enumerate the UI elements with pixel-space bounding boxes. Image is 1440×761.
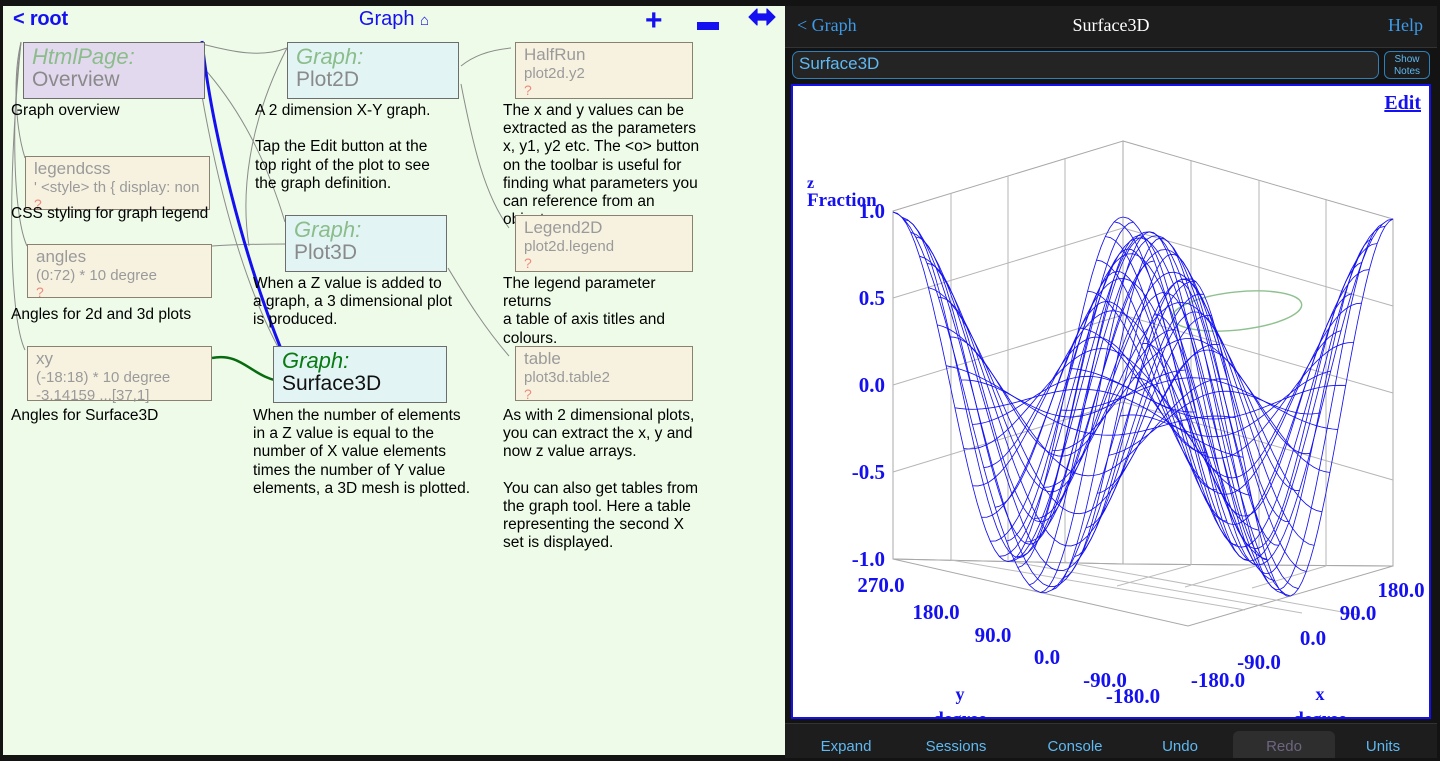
- node-halfrun[interactable]: HalfRun plot2d.y2 ?: [515, 42, 693, 99]
- node-legend2d[interactable]: Legend2D plot2d.legend ?: [515, 215, 693, 272]
- expand-button[interactable]: Expand: [799, 734, 893, 758]
- variable-value: ' <style> th { display: non: [34, 179, 200, 197]
- undo-button[interactable]: Undo: [1141, 734, 1219, 758]
- variable-name: xy: [36, 349, 53, 368]
- path-input[interactable]: Surface3D: [792, 51, 1379, 79]
- detail-header: < Graph Surface3D Help: [785, 6, 1437, 48]
- x-tick-3: 90.0: [1340, 601, 1377, 625]
- outline-toolbar: < root Graph ⌂ +: [3, 6, 785, 38]
- plot-grid: [892, 140, 1394, 627]
- note-overview: Graph overview: [11, 102, 120, 119]
- zoom-in-icon[interactable]: +: [645, 6, 663, 38]
- y-tick-5: -180.0: [1106, 684, 1160, 708]
- z-tick-0: 1.0: [859, 199, 885, 223]
- node-name-label: Overview: [32, 68, 120, 92]
- app-root: < root Graph ⌂ + HtmlPage: Overview Grap…: [0, 0, 1440, 761]
- show-notes-button[interactable]: Show Notes: [1384, 51, 1430, 79]
- z-tick-3: -0.5: [852, 460, 885, 484]
- note-xy: Angles for Surface3D: [11, 407, 159, 424]
- x-tick-4: 180.0: [1377, 578, 1424, 602]
- edit-button[interactable]: Edit: [1384, 92, 1421, 115]
- variable-name: legendcss: [34, 159, 111, 178]
- surface-mesh: [892, 211, 1394, 597]
- node-type-label: HtmlPage:: [32, 44, 135, 69]
- left-right-arrow-glyph: [748, 8, 776, 26]
- surface3d-plot: z Fraction 1.0 0.5 0.0 -0.5 -1.0 270.0 1…: [807, 140, 1425, 717]
- y-axis-label: y: [956, 684, 965, 704]
- detail-title: Surface3D: [1072, 15, 1150, 35]
- outline-title-text: Graph: [358, 8, 415, 30]
- node-name-label: Plot3D: [294, 241, 358, 265]
- node-legendcss[interactable]: legendcss ' <style> th { display: non ?: [25, 156, 210, 211]
- note-legend2d: The legend parameter returns a table of …: [503, 275, 665, 347]
- variable-name: HalfRun: [524, 45, 586, 64]
- node-name-label: Plot2D: [296, 68, 360, 92]
- detail-panel: < Graph Surface3D Help Surface3D Show No…: [785, 0, 1440, 761]
- note-halfrun: The x and y values can be extracted as t…: [503, 102, 700, 228]
- plot-frame[interactable]: z Fraction 1.0 0.5 0.0 -0.5 -1.0 270.0 1…: [791, 84, 1431, 719]
- y-tick-3: 0.0: [1034, 645, 1060, 669]
- x-tick-2: 0.0: [1300, 626, 1326, 650]
- redo-button: Redo: [1233, 731, 1335, 758]
- plot-floor-grid: [950, 559, 1360, 616]
- help-button[interactable]: Help: [1388, 15, 1423, 36]
- variable-unknown-flag: ?: [524, 385, 532, 402]
- home-icon[interactable]: ⌂: [420, 12, 429, 29]
- units-button[interactable]: Units: [1343, 734, 1423, 758]
- node-plot3d[interactable]: Graph: Plot3D: [285, 215, 447, 272]
- z-tick-2: 0.0: [859, 373, 885, 397]
- variable-value: plot2d.legend: [524, 238, 615, 256]
- note-legendcss: CSS styling for graph legend: [11, 205, 209, 222]
- note-plot2d: A 2 dimension X-Y graph. Tap the Edit bu…: [255, 102, 431, 192]
- node-type-label: Graph:: [296, 44, 364, 69]
- variable-value: plot2d.y2: [524, 65, 585, 83]
- node-table[interactable]: table plot3d.table2 ?: [515, 346, 693, 401]
- y-tick-1: 180.0: [912, 600, 959, 624]
- node-xy[interactable]: xy (-18:18) * 10 degree -3.14159 ...[37,…: [27, 346, 212, 404]
- variable-unknown-flag: ?: [36, 283, 44, 300]
- z-tick-4: -1.0: [852, 547, 885, 571]
- x-axis-label: x: [1316, 684, 1325, 704]
- variable-value: plot3d.table2: [524, 369, 610, 387]
- node-plot2d[interactable]: Graph: Plot2D: [287, 42, 459, 99]
- console-button[interactable]: Console: [1028, 734, 1122, 758]
- variable-value-secondary: -3.14159 ...[37,1]: [36, 386, 150, 404]
- note-plot3d: When a Z value is added to a graph, a 3 …: [253, 275, 453, 329]
- minus-glyph: [697, 22, 719, 30]
- outline-panel: < root Graph ⌂ + HtmlPage: Overview Grap…: [0, 0, 785, 761]
- detail-footer: Expand Sessions Console Undo Redo Units: [785, 723, 1437, 758]
- node-overview[interactable]: HtmlPage: Overview: [23, 42, 205, 99]
- z-tick-1: 0.5: [859, 286, 885, 310]
- node-type-label: Graph:: [294, 217, 362, 242]
- sessions-button[interactable]: Sessions: [909, 734, 1003, 758]
- fit-width-icon[interactable]: [747, 6, 777, 34]
- y-tick-0: 270.0: [857, 573, 904, 597]
- y-tick-2: 90.0: [975, 623, 1012, 647]
- node-name-label: Surface3D: [282, 372, 382, 396]
- outline-title: Graph ⌂: [3, 8, 785, 31]
- node-angles[interactable]: angles (0:72) * 10 degree ?: [27, 244, 212, 300]
- variable-unknown-flag: ?: [524, 81, 532, 98]
- variable-unknown-flag: ?: [524, 254, 532, 271]
- path-bar: Surface3D Show Notes: [785, 50, 1437, 82]
- y-axis-units: degree: [933, 709, 986, 717]
- variable-name: table: [524, 349, 561, 368]
- show-notes-line1: Show: [1394, 54, 1420, 65]
- note-table: As with 2 dimensional plots, you can ext…: [503, 407, 699, 552]
- node-type-label: Graph:: [282, 348, 350, 373]
- x-axis-units: degree: [1293, 709, 1346, 717]
- note-angles: Angles for 2d and 3d plots: [11, 306, 192, 323]
- variable-value: (-18:18) * 10 degree: [36, 369, 171, 387]
- variable-name: Legend2D: [524, 218, 603, 237]
- show-notes-line2: Notes: [1393, 66, 1421, 77]
- note-surface3d: When the number of elements in a Z value…: [253, 407, 471, 497]
- zoom-out-icon[interactable]: [697, 6, 719, 38]
- variable-name: angles: [36, 247, 87, 266]
- variable-value: (0:72) * 10 degree: [36, 267, 157, 285]
- x-tick-1: -90.0: [1237, 650, 1281, 674]
- node-surface3d[interactable]: Graph: Surface3D: [273, 346, 447, 403]
